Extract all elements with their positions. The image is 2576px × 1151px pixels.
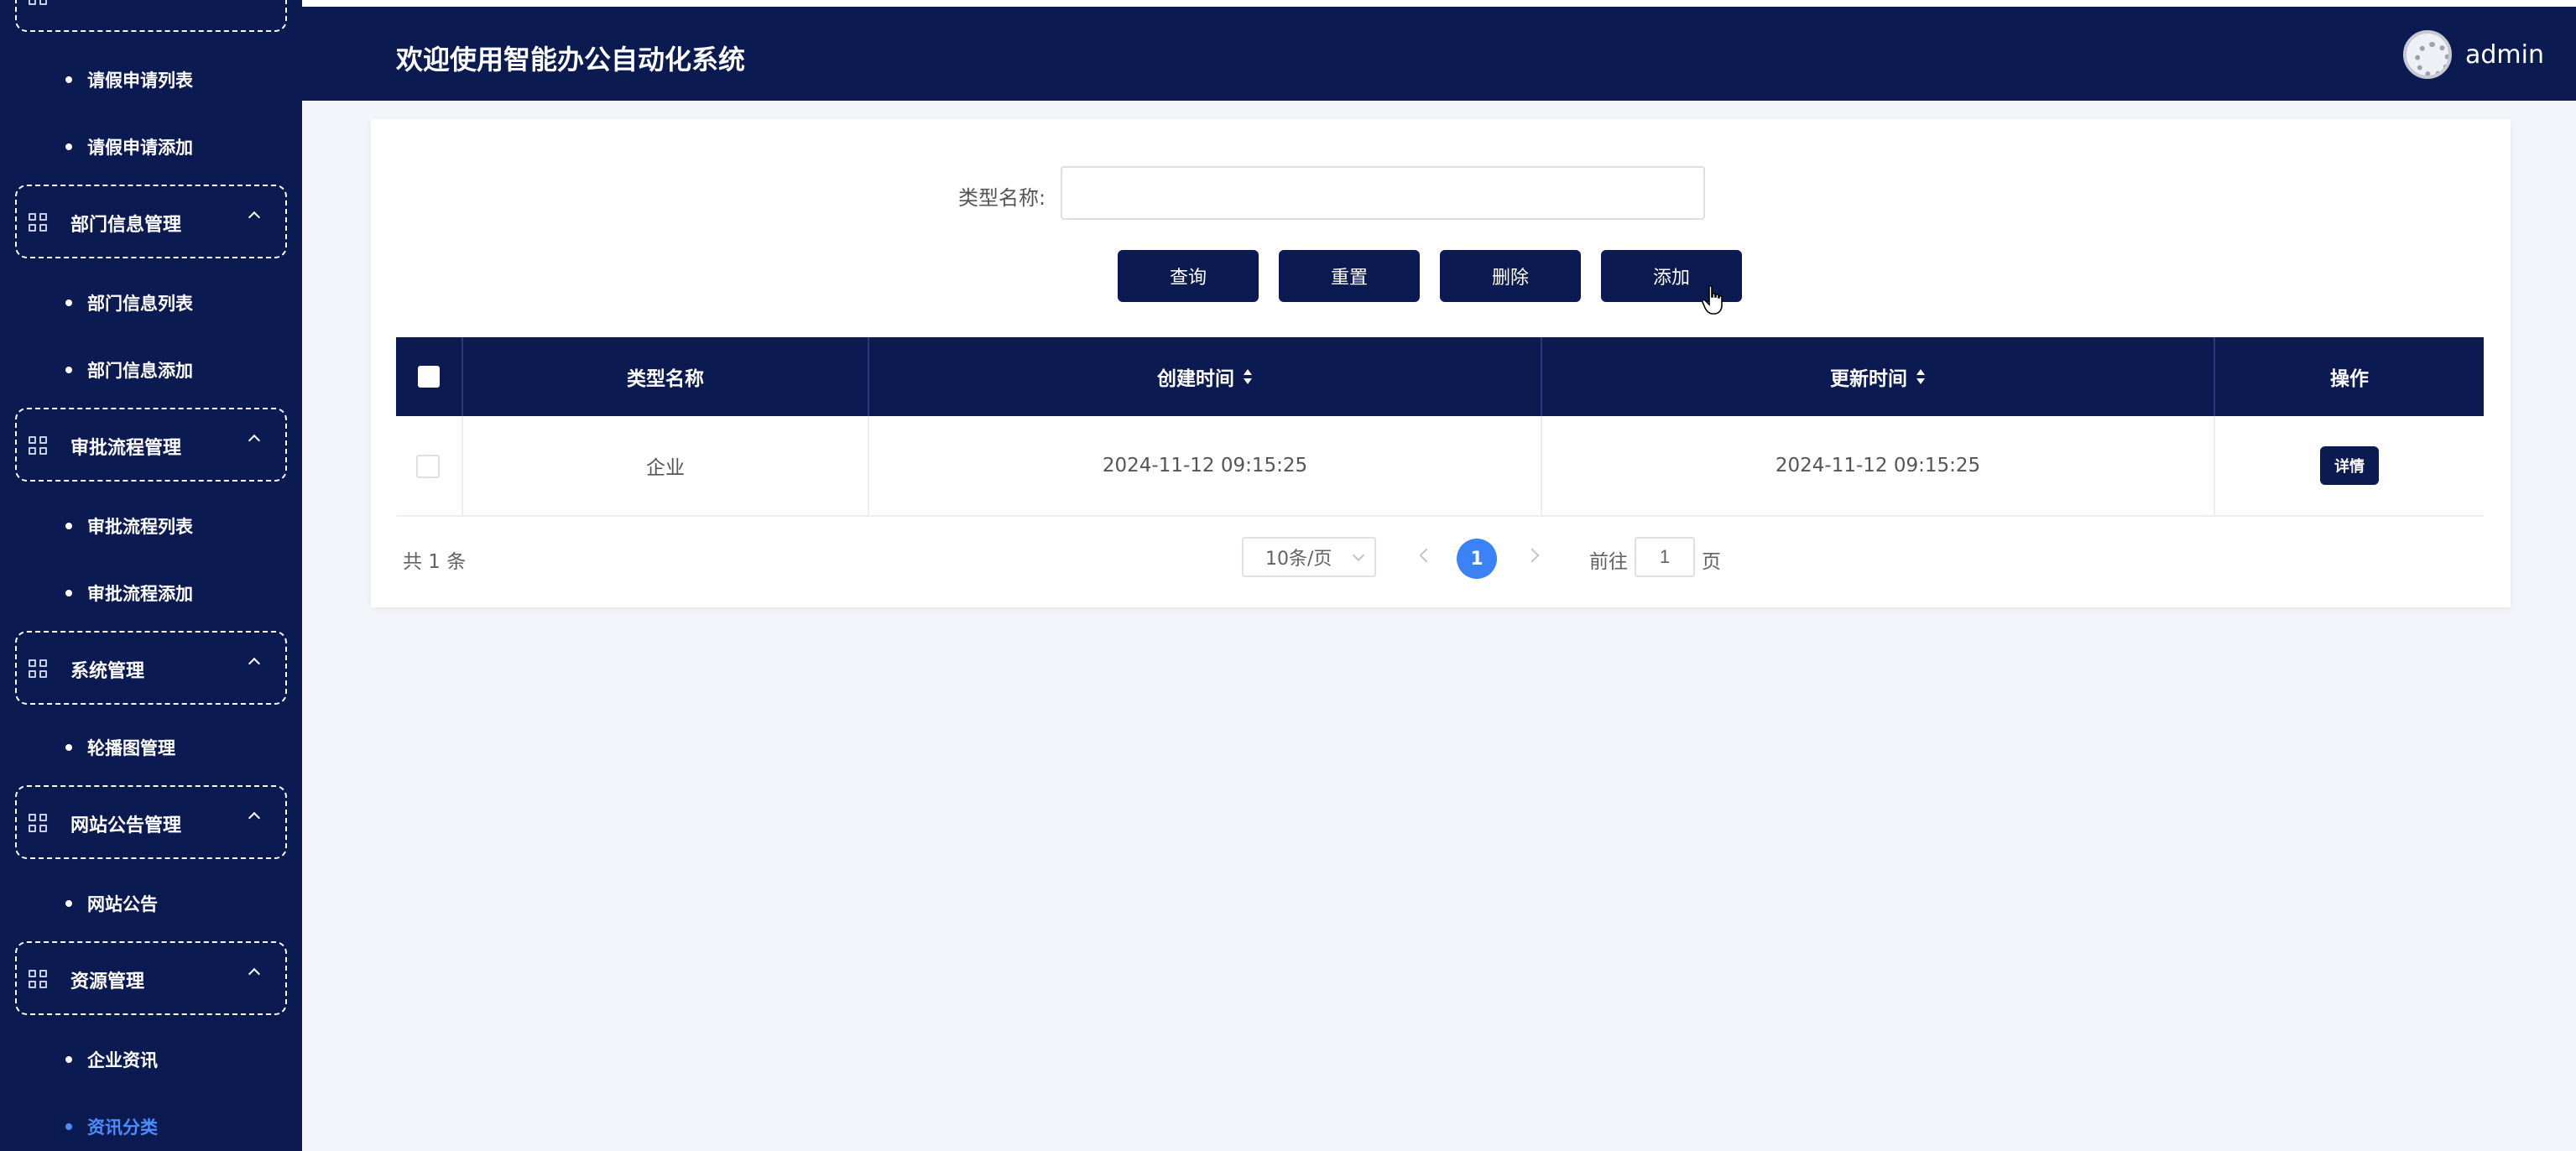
sidebar-group-approval[interactable]: 审批流程管理 xyxy=(15,408,287,482)
column-label: 创建时间 xyxy=(1157,368,1234,390)
sidebar-item-leave-add[interactable]: 请假申请添加 xyxy=(65,134,193,159)
type-name-input[interactable] xyxy=(1061,166,1705,220)
sidebar-item-label: 审批流程添加 xyxy=(87,584,193,604)
reset-button[interactable]: 重置 xyxy=(1279,250,1420,302)
bullet-icon xyxy=(65,1123,72,1130)
sidebar-item-label: 网站公告 xyxy=(87,894,158,914)
sort-icon[interactable] xyxy=(1916,369,1926,384)
chevron-up-icon xyxy=(248,965,260,977)
sidebar-item-department-add[interactable]: 部门信息添加 xyxy=(65,357,193,383)
bullet-icon xyxy=(65,744,72,751)
bullet-icon xyxy=(65,1056,72,1063)
sidebar-item-label: 审批流程列表 xyxy=(87,517,193,537)
sidebar-item-label: 请假申请列表 xyxy=(87,70,193,91)
goto-label: 前往 xyxy=(1589,551,1628,573)
sidebar-item-news[interactable]: 企业资讯 xyxy=(65,1047,158,1072)
avatar[interactable] xyxy=(2403,30,2452,79)
sidebar-group-department[interactable]: 部门信息管理 xyxy=(15,185,287,258)
cell-updated: 2024-11-12 09:15:25 xyxy=(1542,416,2215,515)
column-label: 操作 xyxy=(2330,368,2369,390)
grid-icon xyxy=(29,659,47,678)
search-label: 类型名称: xyxy=(958,186,1046,210)
hand-cursor-icon xyxy=(1702,285,1723,315)
sidebar-item-label: 企业资讯 xyxy=(87,1050,158,1070)
chevron-up-icon xyxy=(248,654,260,666)
query-button[interactable]: 查询 xyxy=(1118,250,1259,302)
app-title: 欢迎使用智能办公自动化系统 xyxy=(396,44,746,76)
cell-type-name: 企业 xyxy=(463,416,869,515)
column-label: 更新时间 xyxy=(1830,368,1907,390)
grid-icon xyxy=(29,213,47,232)
table-header: 类型名称 创建时间 更新时间 操作 xyxy=(396,337,2484,416)
chevron-up-icon xyxy=(248,431,260,443)
page-number-current[interactable]: 1 xyxy=(1457,539,1497,579)
column-label: 类型名称 xyxy=(627,368,704,390)
sidebar-item-department-list[interactable]: 部门信息列表 xyxy=(65,290,193,315)
sidebar-group-system[interactable]: 系统管理 xyxy=(15,631,287,705)
column-header-type-name[interactable]: 类型名称 xyxy=(463,337,869,416)
sidebar-group-label: 系统管理 xyxy=(70,661,145,682)
total-count: 共 1 条 xyxy=(403,551,467,573)
bullet-icon xyxy=(65,523,72,529)
cell-created: 2024-11-12 09:15:25 xyxy=(869,416,1542,515)
sort-icon[interactable] xyxy=(1243,369,1253,384)
sidebar-item-carousel[interactable]: 轮播图管理 xyxy=(65,735,175,760)
table-row: 企业 2024-11-12 09:15:25 2024-11-12 09:15:… xyxy=(396,416,2484,517)
detail-button[interactable]: 详情 xyxy=(2320,446,2379,485)
sidebar-item-label: 资讯分类 xyxy=(87,1117,158,1138)
bullet-icon xyxy=(65,900,72,907)
sidebar-item-notice[interactable]: 网站公告 xyxy=(65,891,158,916)
chevron-up-icon xyxy=(248,208,260,220)
bullet-icon xyxy=(65,143,72,150)
username[interactable]: admin xyxy=(2465,40,2544,70)
grid-icon xyxy=(29,970,47,988)
sidebar-item-label: 部门信息添加 xyxy=(87,361,193,381)
bullet-icon xyxy=(65,76,72,83)
sidebar-group-notice[interactable]: 网站公告管理 xyxy=(15,785,287,859)
page-size-value: 10条/页 xyxy=(1265,549,1332,570)
grid-icon xyxy=(29,436,47,455)
bullet-icon xyxy=(65,590,72,596)
sidebar-item-label: 部门信息列表 xyxy=(87,294,193,314)
delete-button[interactable]: 删除 xyxy=(1440,250,1581,302)
select-all-checkbox[interactable] xyxy=(418,366,440,388)
top-bar: 欢迎使用智能办公自动化系统 admin xyxy=(302,0,2576,101)
sidebar-group-partial[interactable] xyxy=(15,0,287,32)
bullet-icon xyxy=(65,299,72,306)
next-page-icon[interactable] xyxy=(1525,548,1540,563)
sidebar-group-label: 部门信息管理 xyxy=(70,215,182,236)
column-header-actions: 操作 xyxy=(2215,337,2484,416)
page-size-select[interactable]: 10条/页 xyxy=(1242,537,1376,577)
grid-icon xyxy=(29,814,47,832)
goto-suffix: 页 xyxy=(1702,551,1721,573)
chevron-up-icon xyxy=(248,809,260,820)
content-card: 类型名称: 查询 重置 删除 添加 类型名称 创建时间 更新时间 操作 企业 2… xyxy=(371,119,2511,607)
column-header-updated[interactable]: 更新时间 xyxy=(1542,337,2215,416)
sidebar-group-label: 资源管理 xyxy=(70,971,145,992)
sidebar-item-approval-list[interactable]: 审批流程列表 xyxy=(65,513,193,539)
sidebar-group-label: 审批流程管理 xyxy=(70,438,182,459)
sidebar-item-leave-list[interactable]: 请假申请列表 xyxy=(65,67,193,92)
goto-page-input[interactable] xyxy=(1635,537,1695,577)
prev-page-icon[interactable] xyxy=(1419,548,1434,563)
row-select-cell xyxy=(396,416,463,515)
cell-actions: 详情 xyxy=(2215,416,2484,515)
chevron-down-icon xyxy=(1352,549,1365,562)
select-all-cell xyxy=(396,337,463,416)
sidebar: 请假申请列表 请假申请添加 部门信息管理 部门信息列表 部门信息添加 审批流程管… xyxy=(0,0,302,1151)
sidebar-group-resource[interactable]: 资源管理 xyxy=(15,941,287,1015)
bullet-icon xyxy=(65,367,72,373)
sidebar-item-approval-add[interactable]: 审批流程添加 xyxy=(65,581,193,606)
sidebar-group-label: 网站公告管理 xyxy=(70,815,182,836)
sidebar-item-label: 请假申请添加 xyxy=(87,138,193,158)
grid-icon xyxy=(29,0,47,5)
sidebar-item-label: 轮播图管理 xyxy=(87,738,175,758)
sidebar-item-news-category[interactable]: 资讯分类 xyxy=(65,1114,158,1139)
row-checkbox[interactable] xyxy=(416,455,440,478)
column-header-created[interactable]: 创建时间 xyxy=(869,337,1542,416)
